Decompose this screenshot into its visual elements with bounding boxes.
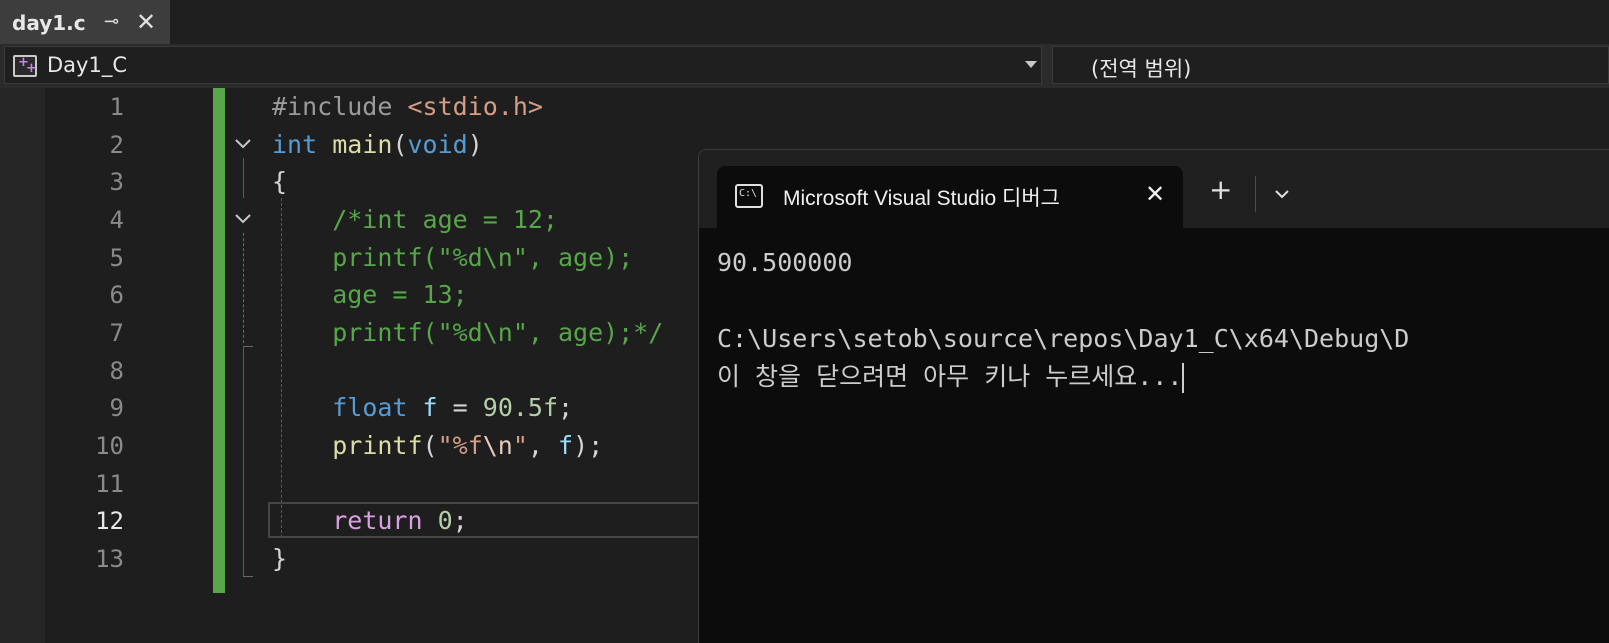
line-number: 7 [109, 319, 124, 347]
scope-dropdown-label: (전역 범위) [1091, 57, 1192, 81]
line-number: 4 [109, 206, 124, 234]
line-number: 9 [109, 394, 124, 422]
code-line-12[interactable]: return 0; [272, 502, 468, 540]
line-number: 11 [95, 470, 124, 498]
line-number: 6 [109, 281, 124, 309]
code-line-1[interactable]: #include <stdio.h> [272, 88, 543, 126]
line-number: 2 [109, 131, 124, 159]
console-output-line: 90.500000 [717, 248, 853, 277]
line-number: 8 [109, 357, 124, 385]
navigation-bar: + + Day1_C (전역 범위) [0, 44, 1609, 88]
fold-guide [243, 158, 244, 198]
code-line-3[interactable]: { [272, 163, 287, 201]
glyph-margin [0, 88, 45, 643]
current-line-number: 12 [95, 507, 124, 535]
line-number: 13 [95, 545, 124, 573]
fold-guide [243, 346, 244, 576]
fold-chevron-icon[interactable] [232, 208, 254, 230]
code-line-4[interactable]: /*int age = 12; [272, 201, 558, 239]
document-tab-strip: day1.c ⊸ ✕ [0, 0, 1609, 44]
scope-dropdown[interactable]: (전역 범위) [1052, 46, 1609, 84]
pin-icon[interactable]: ⊸ [104, 11, 119, 32]
project-dropdown[interactable]: + + Day1_C [4, 46, 1042, 84]
code-line-9[interactable]: float f = 90.5f; [272, 389, 573, 427]
line-number: 5 [109, 244, 124, 272]
titlebar-separator [1255, 176, 1256, 212]
chevron-down-icon[interactable] [1025, 61, 1037, 68]
project-dropdown-label: Day1_C [47, 53, 127, 77]
console-output[interactable]: 90.500000​C:\Users\setob\source\repos\Da… [717, 244, 1409, 396]
chevron-down-icon[interactable] [1272, 184, 1292, 204]
code-line-13[interactable]: } [272, 540, 287, 578]
code-line-10[interactable]: printf("%f\n", f); [272, 427, 603, 465]
code-line-2[interactable]: int main(void) [272, 126, 483, 164]
fold-guide [243, 233, 244, 343]
console-tab-title: Microsoft Visual Studio 디버그 [783, 187, 1061, 210]
debug-console-window[interactable]: C:\ Microsoft Visual Studio 디버그 ✕ + 90.5… [698, 149, 1609, 643]
fold-guide-end [243, 576, 253, 577]
line-number: 3 [109, 168, 124, 196]
change-tracking-bar [213, 88, 225, 593]
terminal-icon: C:\ [735, 184, 763, 208]
console-tab[interactable]: C:\ Microsoft Visual Studio 디버그 ✕ [717, 166, 1183, 228]
close-icon[interactable]: ✕ [1145, 180, 1165, 208]
tab-title: day1.c [12, 11, 86, 35]
console-output-line: 이 창을 닫으려면 아무 키나 누르세요... [717, 362, 1183, 391]
code-line-6[interactable]: age = 13; [272, 276, 467, 314]
new-tab-button[interactable]: + [1209, 176, 1232, 204]
document-tab-day1c[interactable]: day1.c ⊸ ✕ [0, 0, 170, 44]
console-titlebar: C:\ Microsoft Visual Studio 디버그 ✕ + [699, 150, 1609, 228]
fold-chevron-icon[interactable] [232, 133, 254, 155]
project-icon: + + [13, 55, 37, 77]
line-number: 10 [95, 432, 124, 460]
code-line-7[interactable]: printf("%d\n", age);*/ [272, 314, 663, 352]
code-line-5[interactable]: printf("%d\n", age); [272, 239, 633, 277]
text-cursor [1182, 363, 1185, 393]
line-number: 1 [109, 93, 124, 121]
fold-guide-end [243, 346, 253, 347]
console-output-line: C:\Users\setob\source\repos\Day1_C\x64\D… [717, 324, 1410, 353]
close-tab-icon[interactable]: ✕ [136, 8, 156, 36]
